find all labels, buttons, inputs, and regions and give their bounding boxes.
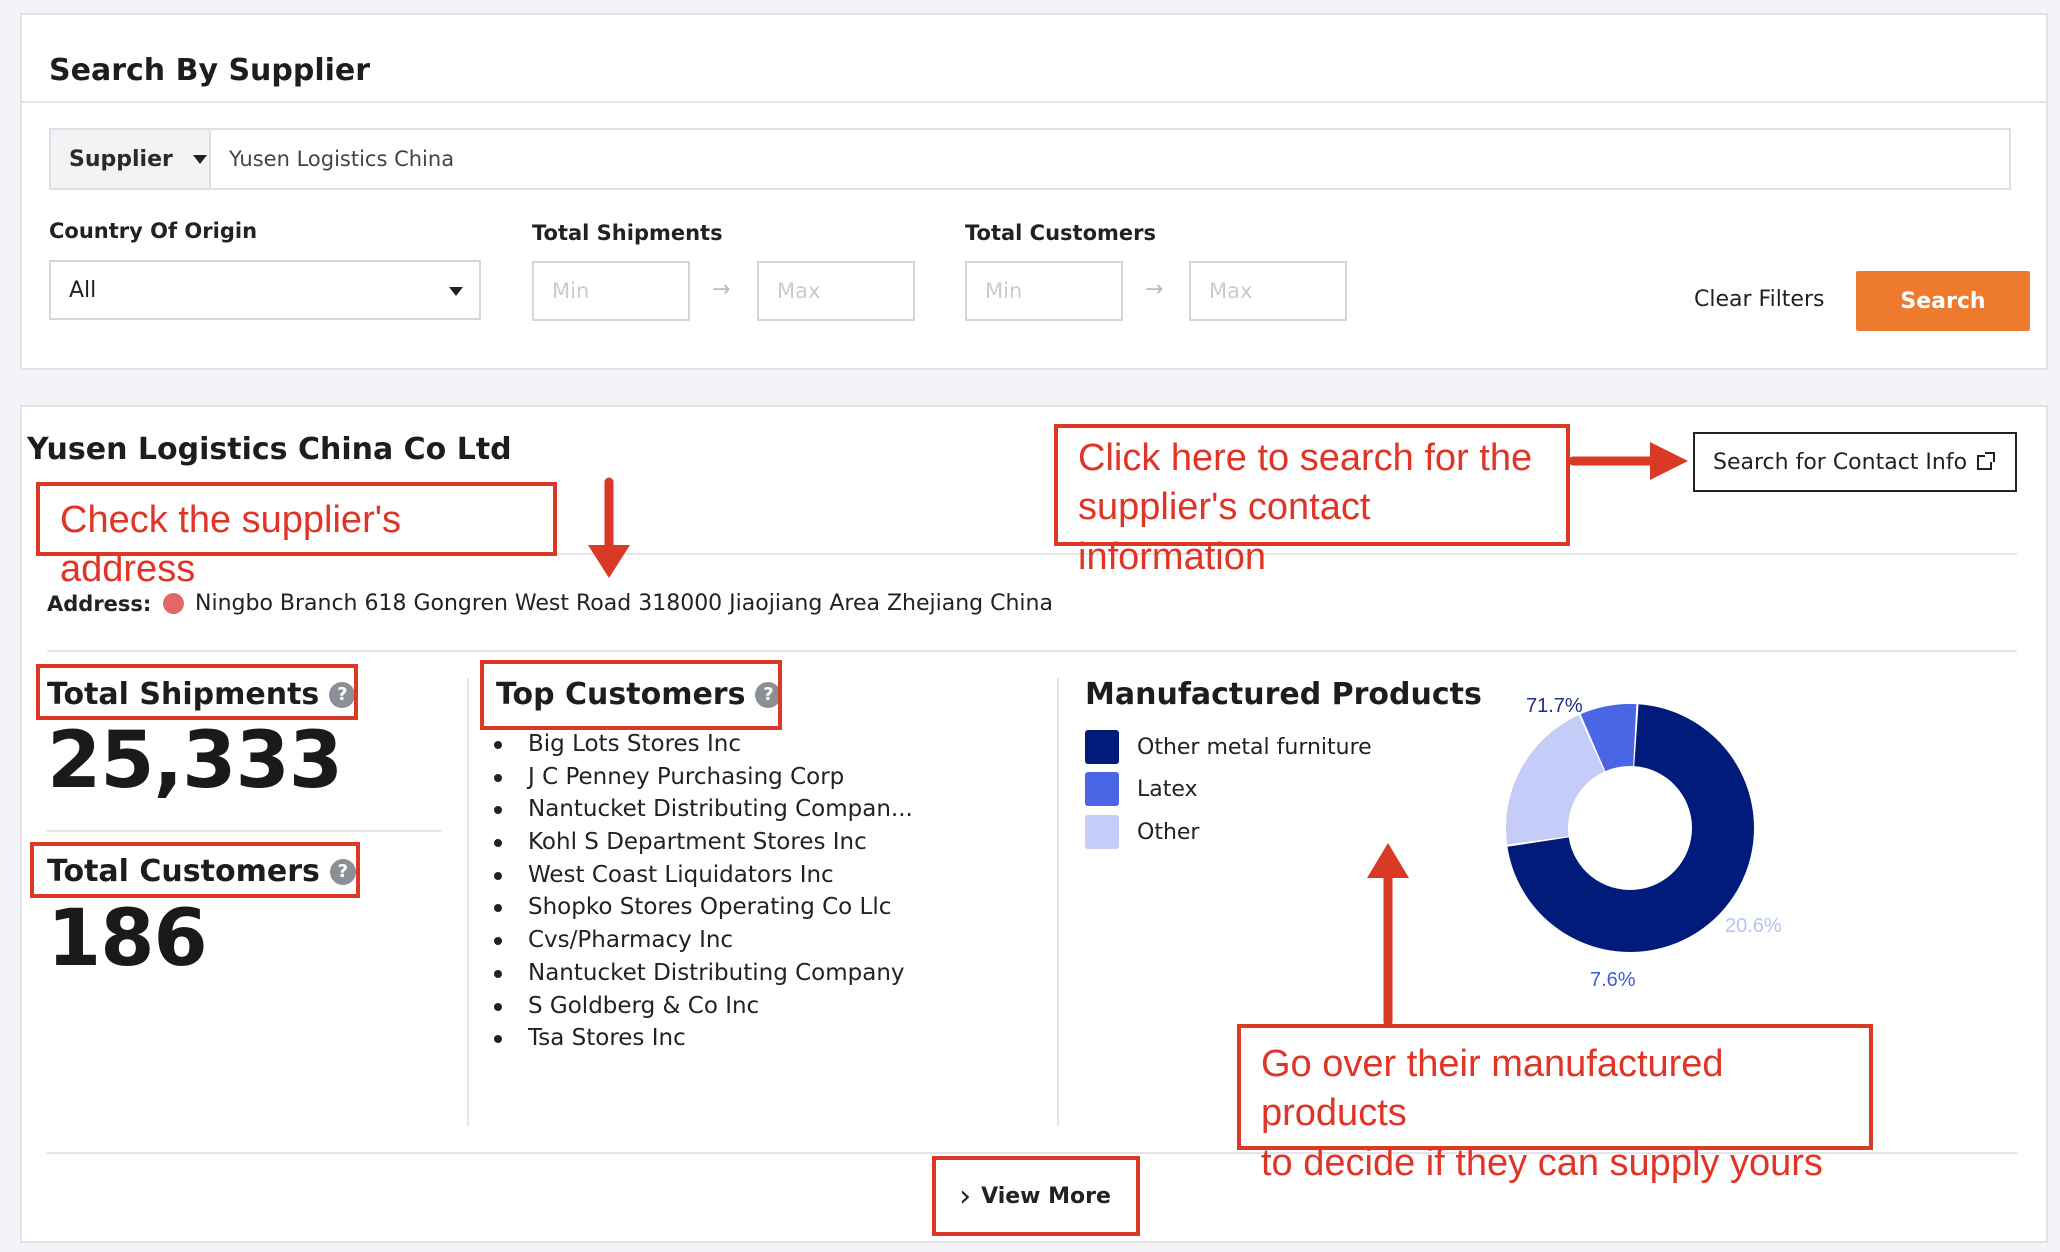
arrow-down-icon <box>588 477 630 578</box>
callout-arrows <box>588 442 1688 1027</box>
arrow-right-icon <box>1568 442 1688 480</box>
arrow-up-icon <box>1367 843 1409 1027</box>
